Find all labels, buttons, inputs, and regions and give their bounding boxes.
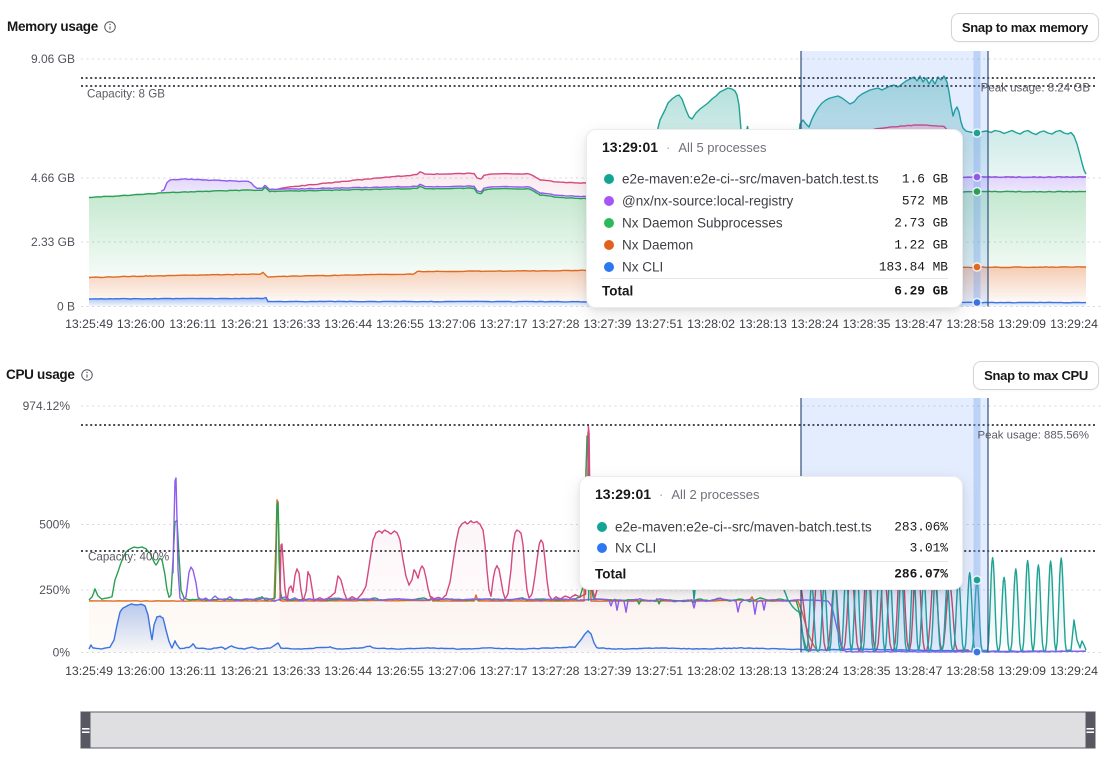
svg-text:13:26:33: 13:26:33	[272, 664, 320, 678]
svg-text:Peak usage: 8.24 GB: Peak usage: 8.24 GB	[981, 83, 1091, 95]
svg-text:13:27:17: 13:27:17	[480, 664, 528, 678]
svg-text:Capacity: 8 GB: Capacity: 8 GB	[87, 88, 165, 101]
svg-text:13:29:09: 13:29:09	[998, 664, 1046, 678]
svg-text:2.33 GB: 2.33 GB	[31, 235, 75, 249]
svg-text:0%: 0%	[53, 646, 71, 660]
svg-text:13:27:06: 13:27:06	[428, 317, 476, 331]
svg-text:13:28:58: 13:28:58	[946, 317, 994, 331]
svg-text:9.06 GB: 9.06 GB	[31, 52, 75, 66]
svg-text:13:26:55: 13:26:55	[376, 317, 424, 331]
svg-text:13:26:11: 13:26:11	[169, 664, 216, 678]
svg-text:Capacity: 400%: Capacity: 400%	[88, 551, 169, 564]
svg-text:13:25:49: 13:25:49	[65, 317, 113, 331]
svg-text:13:28:02: 13:28:02	[687, 317, 735, 331]
svg-text:13:27:39: 13:27:39	[583, 317, 631, 331]
svg-text:4.66 GB: 4.66 GB	[31, 171, 75, 185]
svg-text:13:28:13: 13:28:13	[739, 317, 787, 331]
svg-text:13:28:24: 13:28:24	[791, 317, 839, 331]
svg-text:13:26:00: 13:26:00	[117, 317, 165, 331]
svg-text:13:27:39: 13:27:39	[583, 664, 631, 678]
svg-text:250%: 250%	[39, 583, 70, 597]
svg-text:13:27:51: 13:27:51	[635, 664, 683, 678]
svg-text:500%: 500%	[39, 518, 70, 532]
svg-text:13:28:47: 13:28:47	[894, 664, 942, 678]
svg-text:13:29:09: 13:29:09	[998, 317, 1046, 331]
svg-text:13:26:44: 13:26:44	[324, 317, 372, 331]
svg-text:13:28:58: 13:28:58	[946, 664, 994, 678]
svg-text:13:26:44: 13:26:44	[324, 664, 372, 678]
svg-text:Peak usage: 885.56%: Peak usage: 885.56%	[978, 430, 1089, 442]
svg-text:13:27:06: 13:27:06	[428, 664, 476, 678]
svg-text:13:28:35: 13:28:35	[843, 664, 891, 678]
svg-text:13:29:24: 13:29:24	[1050, 664, 1098, 678]
svg-text:13:26:21: 13:26:21	[221, 317, 269, 331]
svg-text:13:27:51: 13:27:51	[635, 317, 683, 331]
svg-text:13:26:33: 13:26:33	[272, 317, 320, 331]
svg-text:974.12%: 974.12%	[23, 399, 71, 413]
svg-text:13:27:28: 13:27:28	[532, 317, 580, 331]
svg-text:13:29:24: 13:29:24	[1050, 317, 1098, 331]
svg-text:13:25:49: 13:25:49	[65, 664, 113, 678]
svg-text:13:28:02: 13:28:02	[687, 664, 735, 678]
svg-text:13:28:47: 13:28:47	[894, 317, 942, 331]
svg-text:13:28:35: 13:28:35	[843, 317, 891, 331]
svg-text:13:26:00: 13:26:00	[117, 664, 165, 678]
svg-text:13:28:24: 13:28:24	[791, 664, 839, 678]
svg-text:0 B: 0 B	[57, 300, 75, 314]
svg-text:13:26:11: 13:26:11	[169, 317, 216, 331]
svg-text:13:27:28: 13:27:28	[532, 664, 580, 678]
svg-text:13:27:17: 13:27:17	[480, 317, 528, 331]
svg-text:13:26:21: 13:26:21	[221, 664, 269, 678]
svg-text:13:26:55: 13:26:55	[376, 664, 424, 678]
svg-text:13:28:13: 13:28:13	[739, 664, 787, 678]
